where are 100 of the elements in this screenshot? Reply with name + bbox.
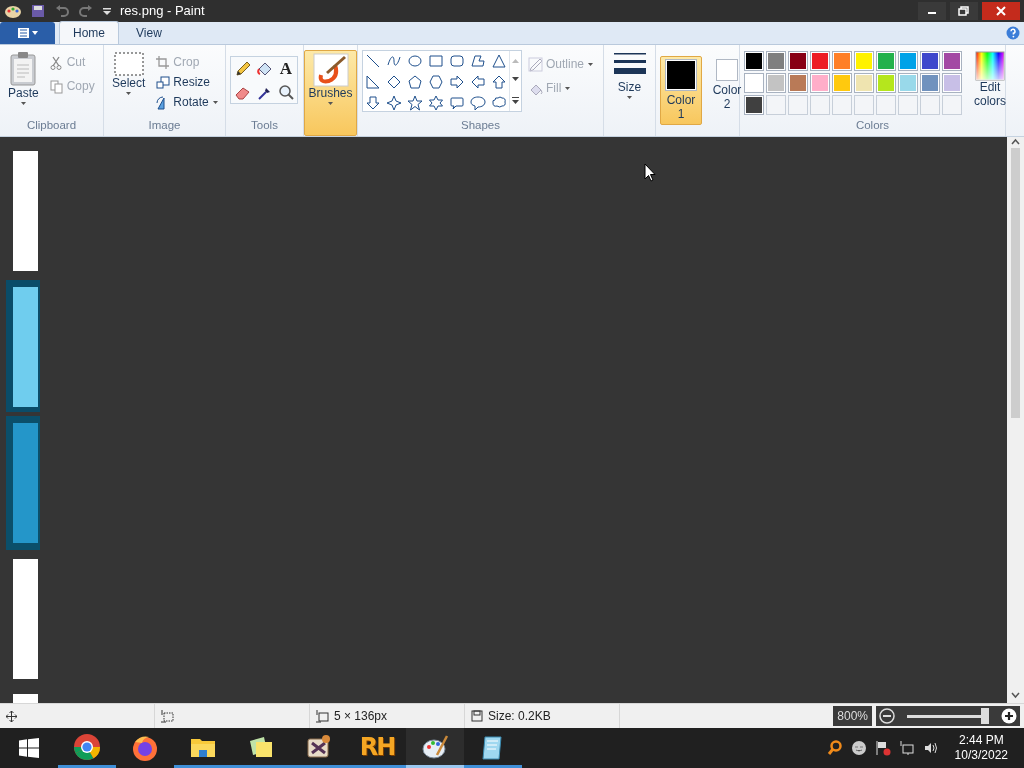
- empty-swatch[interactable]: [788, 95, 808, 115]
- cut-icon: [48, 54, 64, 70]
- color-selector[interactable]: Color 1: [660, 56, 702, 125]
- size-button[interactable]: Size: [608, 48, 651, 136]
- color-swatch[interactable]: [854, 73, 874, 93]
- rotate-button[interactable]: Rotate: [153, 92, 221, 112]
- color-swatch[interactable]: [744, 95, 764, 115]
- group-label: Tools: [250, 117, 279, 133]
- ribbon-tab[interactable]: View: [123, 21, 175, 44]
- caret-icon: [211, 99, 219, 105]
- six-point-star-shape-icon[interactable]: [426, 93, 446, 113]
- resize-button[interactable]: Resize: [153, 72, 221, 92]
- browser-icon: [73, 732, 101, 761]
- select-button[interactable]: Select: [108, 48, 150, 117]
- windows-logo-icon: [18, 737, 40, 759]
- color-swatch[interactable]: [854, 51, 874, 71]
- pencil-icon: [233, 59, 251, 77]
- magnifier-icon[interactable]: [826, 740, 843, 756]
- clock-time: 2:44 PM: [957, 733, 1005, 748]
- group-label: Shapes: [460, 117, 501, 133]
- color-swatch[interactable]: [744, 73, 764, 93]
- empty-swatch[interactable]: [766, 95, 786, 115]
- file-menu-button[interactable]: [0, 22, 55, 44]
- color-swatch[interactable]: [920, 73, 940, 93]
- caret-icon: [19, 100, 27, 106]
- empty-swatch[interactable]: [942, 95, 962, 115]
- image-size-icon: [316, 709, 329, 723]
- restore-button[interactable]: [950, 2, 978, 20]
- caret-icon: [564, 85, 572, 91]
- color-swatch[interactable]: [766, 73, 786, 93]
- outline-icon: [528, 56, 543, 72]
- color-swatch[interactable]: [920, 51, 940, 71]
- caret-icon: [125, 90, 133, 96]
- clock-date: 10/3/2022: [954, 748, 1008, 763]
- zoom-out-icon[interactable]: [879, 708, 895, 724]
- color-swatch[interactable]: [810, 51, 830, 71]
- color-swatch[interactable]: [876, 73, 896, 93]
- color-swatch[interactable]: [832, 73, 852, 93]
- color-swatch[interactable]: [810, 73, 830, 93]
- color-swatch[interactable]: [876, 51, 896, 71]
- color-swatch[interactable]: [788, 51, 808, 71]
- selection-icon: [112, 51, 145, 77]
- speaker-icon[interactable]: [922, 740, 939, 756]
- selection-size-icon: [161, 709, 174, 723]
- ribbon-tab[interactable]: Home: [59, 21, 119, 44]
- scroll-down-icon[interactable]: [512, 77, 519, 83]
- clock[interactable]: 2:44 PM 10/3/2022: [954, 733, 1008, 763]
- network-icon[interactable]: [898, 740, 915, 756]
- image-dimensions: 5 × 136px: [334, 708, 388, 725]
- expand-gallery-icon[interactable]: [512, 96, 519, 104]
- close-button[interactable]: [982, 2, 1020, 20]
- empty-swatch[interactable]: [854, 95, 874, 115]
- media-app-icon: [305, 732, 333, 761]
- flag-alert-icon[interactable]: [874, 740, 891, 756]
- close-icon: [996, 6, 1006, 16]
- color-swatch[interactable]: [766, 51, 786, 71]
- minimize-button[interactable]: [918, 2, 946, 20]
- color-swatch[interactable]: [898, 73, 918, 93]
- save-icon[interactable]: [30, 3, 46, 19]
- caret-icon: [327, 100, 334, 106]
- edit-colors-button[interactable]: Edit colors: [966, 48, 1014, 117]
- color-swatch[interactable]: [744, 51, 764, 71]
- empty-swatch[interactable]: [898, 95, 918, 115]
- zoom-in-icon[interactable]: [1001, 708, 1017, 724]
- text-tool-button[interactable]: A: [275, 57, 297, 79]
- group-label: Image: [147, 117, 182, 133]
- empty-swatch[interactable]: [832, 95, 852, 115]
- zoom-slider-thumb[interactable]: [980, 707, 989, 724]
- oval-callout-shape-icon[interactable]: [468, 93, 488, 113]
- dropdown-arrow-icon[interactable]: [102, 6, 112, 16]
- brushes-button[interactable]: Brushes: [304, 50, 357, 136]
- color-swatch[interactable]: [942, 51, 962, 71]
- file-size: Size: 0.2KB: [488, 708, 551, 725]
- color-swatch[interactable]: [942, 73, 962, 93]
- empty-swatch[interactable]: [920, 95, 940, 115]
- scroll-down-icon[interactable]: [1011, 691, 1020, 700]
- caret-icon: [587, 61, 595, 67]
- menu-icon: [15, 27, 40, 39]
- color-swatch[interactable]: [788, 73, 808, 93]
- move-cursor-icon: [6, 710, 17, 722]
- paste-button[interactable]: Paste: [4, 48, 43, 117]
- five-point-star-shape-icon[interactable]: [405, 93, 425, 113]
- smiley-icon[interactable]: [850, 740, 867, 756]
- resize-icon: [155, 74, 171, 90]
- color-swatch[interactable]: [898, 51, 918, 71]
- color-swatch[interactable]: [832, 51, 852, 71]
- undo-icon[interactable]: [54, 3, 70, 19]
- help-icon[interactable]: [1006, 26, 1020, 40]
- empty-swatch[interactable]: [810, 95, 830, 115]
- redo-icon[interactable]: [78, 3, 94, 19]
- taskbar-app-button[interactable]: [406, 728, 464, 768]
- crop-icon: [155, 54, 171, 70]
- zoom-level: 800%: [833, 706, 872, 726]
- scrollbar-thumb[interactable]: [1011, 148, 1020, 418]
- caret-icon: [626, 94, 633, 100]
- empty-swatch[interactable]: [876, 95, 896, 115]
- four-point-star-shape-icon[interactable]: [384, 93, 404, 113]
- mouse-cursor-icon: [644, 163, 656, 182]
- scroll-up-icon[interactable]: [1011, 137, 1020, 146]
- group-label: Colors: [854, 117, 891, 133]
